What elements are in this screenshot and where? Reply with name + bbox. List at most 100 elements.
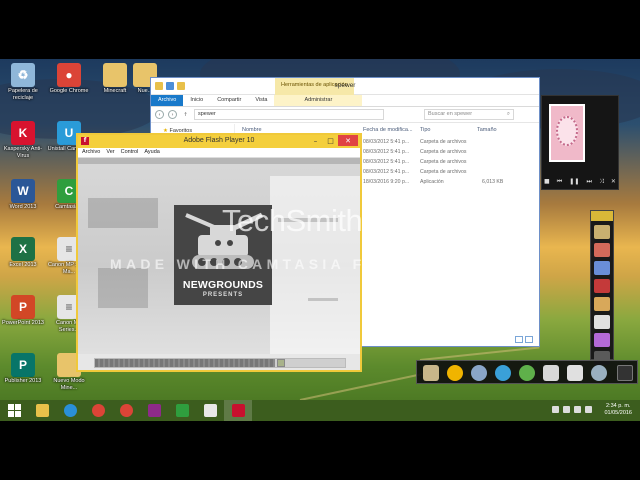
desktop-icon[interactable]: K Kaspersky Anti-Virus [0,121,46,159]
tab-compartir[interactable]: Compartir [210,95,248,106]
taskbar-app-button[interactable] [140,400,168,421]
desktop-icon[interactable]: ♻ Papelera de reciclaje [0,63,46,101]
wifi-icon[interactable] [447,365,463,381]
flash-player-window[interactable]: f Adobe Flash Player 10 – □ ✕ Archivo Ve… [76,133,362,372]
back-button[interactable]: ‹ [155,110,164,119]
taskbar-app-button[interactable] [168,400,196,421]
stop-icon[interactable]: ■ [544,178,550,186]
flash-titlebar[interactable]: f Adobe Flash Player 10 – □ ✕ [78,135,360,148]
menu-ayuda[interactable]: Ayuda [144,149,160,156]
desktop-icon-label: Kaspersky Anti-Virus [3,146,43,159]
newgrounds-text: NEWGROUNDS [182,279,264,291]
settings-icon[interactable] [567,365,583,381]
address-text: spewer [198,111,216,117]
keyboard-icon[interactable] [585,406,592,413]
desktop-icon[interactable]: X Excel 2013 [0,237,46,269]
app-shortcut-icon[interactable] [594,297,610,311]
app-shortcut-icon[interactable] [594,243,610,257]
user-icon[interactable] [519,365,535,381]
column-date[interactable]: Fecha de modifica... [363,127,413,133]
taskbar-app-button[interactable] [196,400,224,421]
menu-control[interactable]: Control [121,149,139,156]
volume-icon[interactable] [574,406,581,413]
desktop-icon-label: Nuevo Modo Mine... [53,378,85,391]
desktop-icon-label: Google Chrome [49,88,89,94]
up-arrow-icon[interactable]: ↑ [181,110,190,119]
taskbar-app-button[interactable] [84,400,112,421]
media-controls: ■ ⏮ ❚❚ ⏭ ⤨ ✕ [544,178,616,186]
next-icon[interactable]: ⏭ [586,178,591,186]
desktop-icon[interactable]: ● Google Chrome [46,63,92,95]
folder-icon[interactable] [423,365,439,381]
clock-time: 2:34 p. m. [606,403,631,409]
explorer-titlebar[interactable]: Herramientas de aplicación spewer [151,78,539,95]
file-type: Carpeta de archivos [420,169,467,175]
app-shortcut-icon[interactable] [594,261,610,275]
taskbar-app-button[interactable] [224,400,252,421]
address-bar[interactable]: spewer [194,109,384,120]
system-tray [552,406,592,413]
up-arrow-icon[interactable] [552,406,559,413]
network-icon[interactable] [563,406,570,413]
file-type: Carpeta de archivos [420,149,467,155]
desktop-icon-label: Excel 2013 [9,262,37,268]
app-shortcut-icon[interactable] [594,315,610,329]
windows-logo-icon [7,404,21,417]
document-icon[interactable] [543,365,559,381]
preloader-fill [95,359,275,367]
screen: ♻ Papelera de reciclaje ● Google Chrome Mine… [0,0,640,480]
app-shortcut-icon[interactable] [594,225,610,239]
forward-button[interactable]: › [168,110,177,119]
app-shortcut-icon[interactable] [594,333,610,347]
shuffle-icon[interactable]: ⤨ [599,178,604,186]
app-shortcut-icon[interactable] [594,279,610,293]
clock[interactable]: 2:34 p. m. 01/05/2016 [604,403,632,417]
media-player-widget[interactable]: ■ ⏮ ❚❚ ⏭ ⤨ ✕ [541,95,619,190]
menu-archivo[interactable]: Archivo [82,149,100,156]
tab-archivo[interactable]: Archivo [151,95,184,106]
desktop-icon[interactable]: W Word 2013 [0,179,46,211]
network-icon[interactable] [471,365,487,381]
desktop-icon[interactable]: P PowerPoint 2013 [0,295,46,327]
view-buttons [515,336,533,343]
pause-icon[interactable]: ❚❚ [569,178,579,186]
file-date: 18/03/2016 9:20 p... [363,179,410,185]
maximize-button[interactable]: □ [323,135,338,146]
address-row: ‹ › ↑ spewer Buscar en spewer ⌕ [151,107,539,123]
taskbar-app-button[interactable] [56,400,84,421]
side-launcher-panel[interactable] [590,210,614,365]
details-view-icon[interactable] [515,336,523,343]
previous-icon[interactable]: ⏮ [557,178,562,186]
chrome-icon [119,404,133,417]
taskbar-app-button[interactable] [28,400,56,421]
minimize-button[interactable]: – [308,135,323,146]
file-type: Carpeta de archivos [420,139,467,145]
panel-handle[interactable] [591,211,613,221]
desktop-icon-label: Publisher 2013 [4,378,42,384]
file-type: Carpeta de archivos [420,159,467,165]
monitor-icon[interactable] [591,365,607,381]
desktop-icon[interactable]: P Publisher 2013 [0,353,46,385]
keyboard-icon[interactable] [617,365,633,381]
window-controls: – □ ✕ [308,135,358,146]
file-explorer-icon [35,404,49,417]
large-icons-view-icon[interactable] [525,336,533,343]
column-size[interactable]: Tamaño [477,127,497,133]
camtasia-trial-watermark: MADE WITH CAMTASIA FREE TRIAL [110,256,479,272]
file-date: 08/03/2012 5:41 p... [363,139,410,145]
search-input[interactable]: Buscar en spewer ⌕ [424,109,514,120]
flash-player-icon [231,404,245,417]
start-button[interactable] [0,400,28,421]
chrome-icon: ● [57,63,81,87]
taskbar-app-button[interactable] [112,400,140,421]
close-button[interactable]: ✕ [338,135,358,146]
dock-bar[interactable] [416,360,638,384]
tab-administrar[interactable]: Administrar [274,95,363,106]
column-type[interactable]: Tipo [420,127,431,133]
close-icon[interactable]: ✕ [611,178,616,186]
watermark-brand: TechSmith [222,203,363,238]
tab-inicio[interactable]: Inicio [183,95,210,106]
menu-ver[interactable]: Ver [106,149,114,156]
globe-icon[interactable] [495,365,511,381]
tab-vista[interactable]: Vista [248,95,274,106]
